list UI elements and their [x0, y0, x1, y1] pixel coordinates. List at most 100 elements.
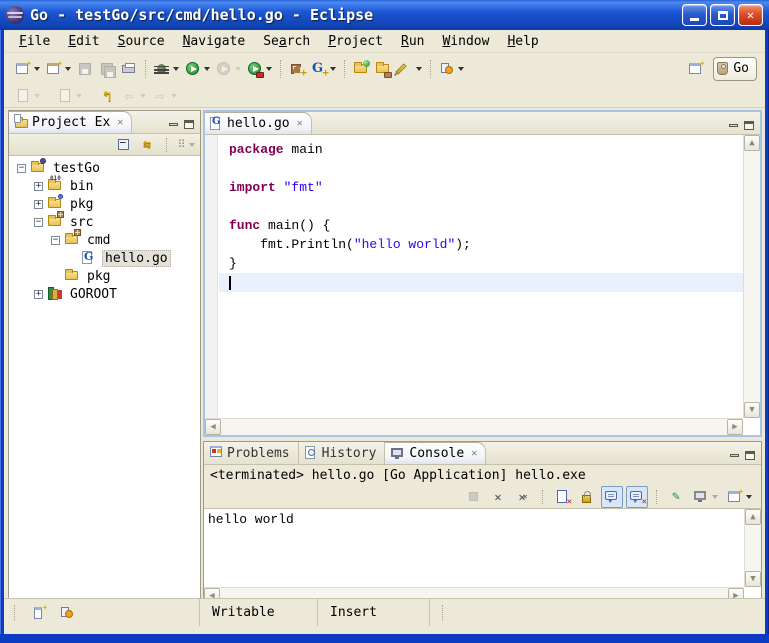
clear-console-button[interactable]: ✕: [551, 486, 573, 508]
remove-launch-button[interactable]: ✕: [487, 486, 509, 508]
menu-help[interactable]: Help: [498, 32, 547, 51]
scroll-down-button[interactable]: ▼: [745, 571, 761, 587]
minimize-view-button[interactable]: [730, 454, 739, 457]
save-all-button[interactable]: [96, 58, 118, 80]
close-icon[interactable]: ✕: [117, 117, 123, 128]
collapse-icon[interactable]: −: [34, 218, 43, 227]
workbench-frame: FileEditSourceNavigateSearchProjectRunWi…: [4, 30, 765, 635]
annotation-navigation-button[interactable]: [436, 58, 467, 80]
new-package-button[interactable]: +: [286, 58, 308, 80]
close-icon[interactable]: ✕: [471, 448, 477, 459]
scroll-lock-button[interactable]: [576, 486, 598, 508]
open-perspective-button[interactable]: ✦: [685, 58, 707, 80]
menu-source[interactable]: Source: [109, 32, 174, 51]
tree-item-cmd[interactable]: −cmd: [9, 231, 200, 249]
scroll-up-button[interactable]: ▲: [744, 135, 760, 151]
code-line-3[interactable]: import "fmt": [219, 178, 743, 197]
forward-button[interactable]: ⇨: [149, 85, 180, 107]
editor-vertical-scrollbar[interactable]: ▲ ▼: [743, 135, 760, 418]
pin-console-button[interactable]: ✎: [665, 486, 687, 508]
tree-item-pkg[interactable]: pkg: [9, 267, 200, 285]
tree-item-bin[interactable]: +010bin: [9, 177, 200, 195]
expand-icon[interactable]: +: [34, 290, 43, 299]
close-icon[interactable]: ✕: [297, 118, 303, 129]
tab-console[interactable]: Console ✕: [385, 442, 486, 464]
minimize-view-button[interactable]: [169, 123, 178, 126]
show-stdout-button[interactable]: [601, 486, 623, 508]
save-button[interactable]: [74, 58, 96, 80]
external-tools-button[interactable]: [244, 58, 275, 80]
mark-occurrences-button[interactable]: [394, 58, 425, 80]
minimize-button[interactable]: [682, 4, 707, 26]
tab-history[interactable]: History: [299, 442, 386, 464]
title-bar[interactable]: Go - testGo/src/cmd/hello.go - Eclipse ✕: [0, 0, 769, 30]
show-stderr-button[interactable]: ✕: [626, 486, 648, 508]
menu-search[interactable]: Search: [254, 32, 319, 51]
menu-edit[interactable]: Edit: [59, 32, 108, 51]
run-button[interactable]: [182, 58, 213, 80]
code-area[interactable]: package main import "fmt" func main() { fm…: [219, 135, 743, 418]
fast-view-icon[interactable]: ✦: [33, 605, 49, 621]
code-line-6[interactable]: fmt.Println("hello world");: [219, 235, 743, 254]
run-history-button[interactable]: [213, 58, 244, 80]
new-wizard-button[interactable]: ✦: [12, 58, 43, 80]
code-line-2[interactable]: [219, 159, 743, 178]
collapse-icon[interactable]: −: [17, 164, 26, 173]
previous-annotation-button[interactable]: [54, 85, 85, 107]
tab-project-explorer[interactable]: Project Ex ✕: [9, 111, 132, 133]
code-line-8[interactable]: [219, 273, 743, 292]
menu-window[interactable]: Window: [433, 32, 498, 51]
tree-item-pkg[interactable]: +pkg: [9, 195, 200, 213]
console-vertical-scrollbar[interactable]: ▲ ▼: [744, 509, 761, 587]
back-button[interactable]: ⇦: [118, 85, 149, 107]
tree-item-goroot[interactable]: +GOROOT: [9, 285, 200, 303]
minimize-view-button[interactable]: [729, 124, 738, 127]
code-line-1[interactable]: package main: [219, 140, 743, 159]
code-line-4[interactable]: [219, 197, 743, 216]
open-resource-button[interactable]: [350, 58, 372, 80]
maximize-view-button[interactable]: [184, 120, 194, 129]
maximize-button[interactable]: [710, 4, 735, 26]
terminate-button[interactable]: [462, 486, 484, 508]
maximize-view-button[interactable]: [744, 121, 754, 130]
new-go-element-button[interactable]: G+: [308, 58, 339, 80]
perspective-go-button[interactable]: Go: [713, 57, 757, 81]
console-output-area[interactable]: hello world ▲ ▼ ◀ ▶: [204, 508, 761, 604]
scroll-down-button[interactable]: ▼: [744, 402, 760, 418]
tree-item-hello-go[interactable]: Ghello.go: [9, 249, 200, 267]
scroll-up-button[interactable]: ▲: [745, 509, 761, 525]
menu-file[interactable]: File: [10, 32, 59, 51]
trim-annotation-icon[interactable]: [59, 605, 75, 621]
next-annotation-button[interactable]: [12, 85, 43, 107]
open-console-button[interactable]: ✦: [724, 486, 755, 508]
code-line-7[interactable]: }: [219, 254, 743, 273]
collapse-icon[interactable]: −: [51, 236, 60, 245]
workbench: Project Ex ✕ ⇆ ⠿ −testGo+010bin+pkg−src−…: [4, 108, 765, 598]
window-title: Go - testGo/src/cmd/hello.go - Eclipse: [30, 6, 679, 24]
code-line-5[interactable]: func main() {: [219, 216, 743, 235]
collapse-all-button[interactable]: [113, 136, 133, 154]
tree-item-src[interactable]: −src: [9, 213, 200, 231]
remove-all-launches-button[interactable]: ✕✕: [512, 486, 534, 508]
link-with-editor-button[interactable]: ⇆: [137, 136, 157, 154]
open-task-button[interactable]: [372, 58, 394, 80]
expand-icon[interactable]: +: [34, 182, 43, 191]
tree-item-testgo[interactable]: −testGo: [9, 159, 200, 177]
expand-icon[interactable]: +: [34, 200, 43, 209]
close-button[interactable]: ✕: [738, 4, 763, 26]
scroll-right-button[interactable]: ▶: [727, 419, 743, 435]
maximize-view-button[interactable]: [745, 451, 755, 460]
print-button[interactable]: [118, 58, 140, 80]
last-edit-location-button[interactable]: ↰: [96, 85, 118, 107]
tab-editor-hello-go[interactable]: G hello.go ✕: [205, 112, 312, 134]
display-console-button[interactable]: [690, 486, 721, 508]
menu-project[interactable]: Project: [319, 32, 392, 51]
menu-navigate[interactable]: Navigate: [174, 32, 255, 51]
menu-run[interactable]: Run: [392, 32, 433, 51]
view-menu-button[interactable]: ⠿: [176, 136, 196, 154]
debug-button[interactable]: [151, 58, 182, 80]
tab-problems[interactable]: Problems: [204, 442, 299, 464]
new-project-button[interactable]: ✦: [43, 58, 74, 80]
editor-horizontal-scrollbar[interactable]: ◀ ▶: [205, 418, 743, 435]
scroll-left-button[interactable]: ◀: [205, 419, 221, 435]
